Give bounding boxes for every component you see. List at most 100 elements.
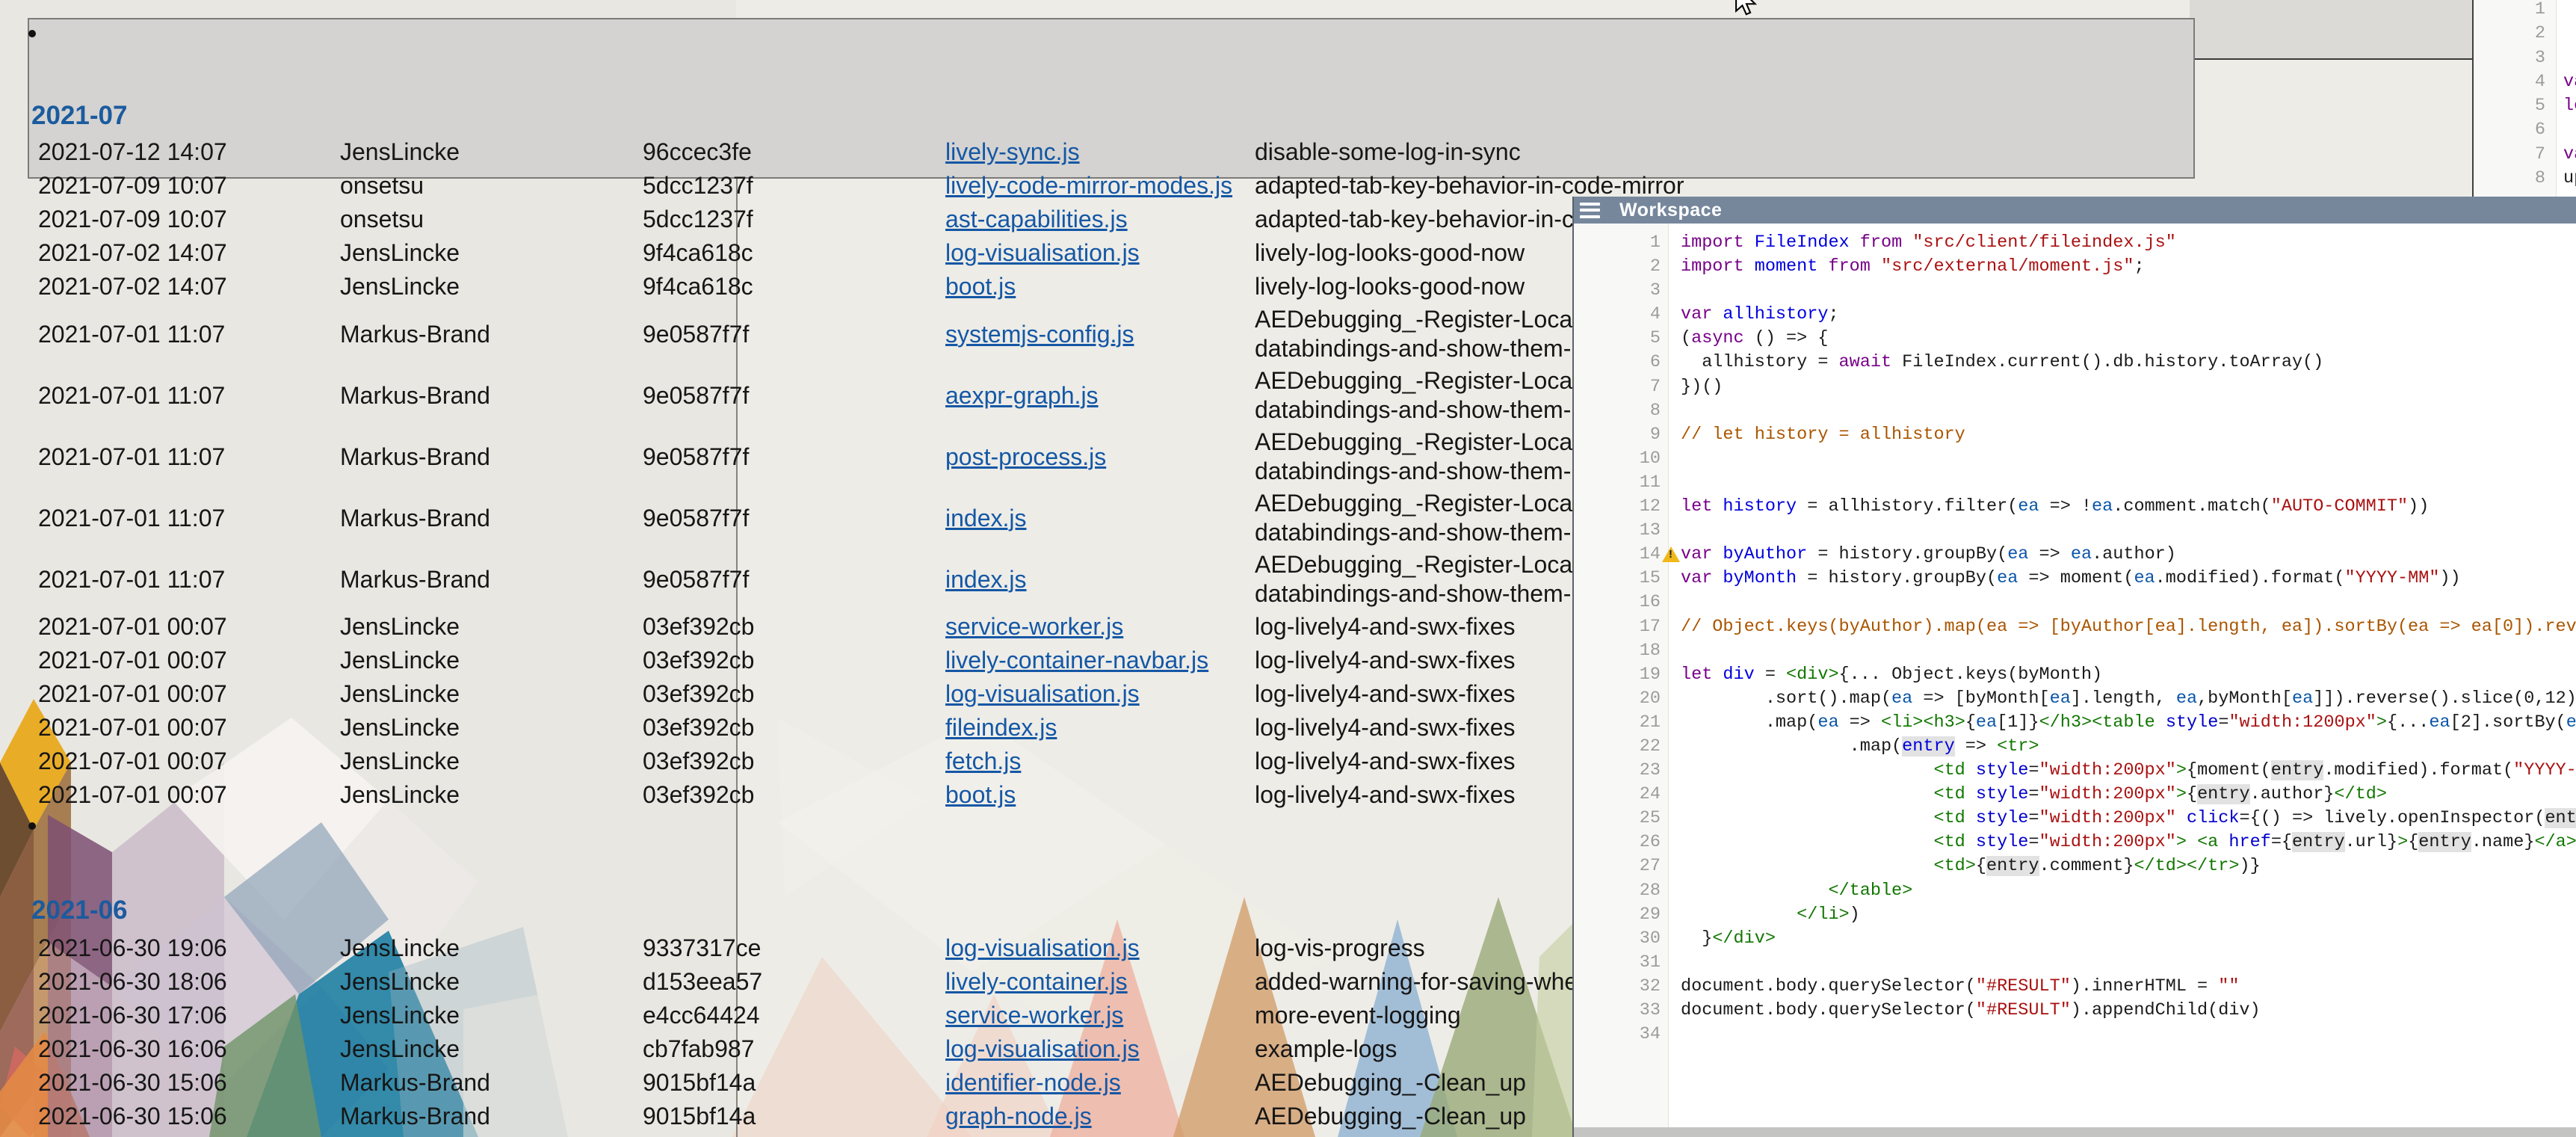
commit-hash-cell[interactable]: 03ef392cb [643, 647, 945, 674]
commit-author-cell: Markus-Brand [340, 382, 643, 410]
commit-author-cell: JensLincke [340, 138, 643, 166]
file-link[interactable]: post-process.js [945, 443, 1106, 470]
line-number: 31 [1574, 951, 1668, 975]
month-heading: 2021-07 [31, 101, 127, 131]
file-link[interactable]: aexpr-graph.js [945, 382, 1099, 409]
file-link[interactable]: index.js [945, 566, 1027, 593]
commit-file-cell: log-visualisation.js [945, 680, 1255, 708]
commit-author-cell: JensLincke [340, 647, 643, 674]
code-line: 27 <td>{entry.comment}</td></tr>)} [1574, 854, 2576, 878]
commit-hash-cell[interactable]: 9015bf14a [643, 1069, 945, 1097]
warning-icon[interactable] [1662, 546, 1680, 562]
commit-author-cell: onsetsu [340, 206, 643, 233]
commit-file-cell: graph-node.js [945, 1103, 1255, 1130]
commit-date-cell: 2021-07-01 11:07 [38, 382, 340, 410]
table-row: 2021-06-30 17:06JensLinckee4cc64424servi… [38, 999, 1718, 1032]
line-number: 8 [1574, 399, 1668, 423]
file-link[interactable]: boot.js [945, 273, 1016, 300]
commit-hash-cell[interactable]: 03ef392cb [643, 714, 945, 742]
commit-file-cell: lively-container.js [945, 968, 1255, 996]
file-link[interactable]: service-worker.js [945, 1002, 1123, 1029]
table-row: 2021-07-09 10:07onsetsu5dcc1237flively-c… [38, 169, 1718, 203]
commit-hash-cell[interactable]: 9e0587f7f [643, 505, 945, 532]
code-line: 16 [1574, 591, 2576, 614]
line-number: 27 [1574, 854, 1668, 878]
code-line: 9// let history = allhistory [1574, 423, 2576, 447]
commit-hash-cell[interactable]: 03ef392cb [643, 613, 945, 641]
file-link[interactable]: lively-container.js [945, 968, 1128, 995]
line-number: 26 [1574, 831, 1668, 854]
line-number: 9 [1574, 423, 1668, 447]
file-link[interactable]: index.js [945, 505, 1027, 531]
commit-table: 2021-07-12 14:07JensLincke96ccec3felivel… [38, 135, 1718, 812]
code-editor[interactable]: 1234var5let67var8up [2475, 0, 2576, 191]
commit-hash-cell[interactable]: 9e0587f7f [643, 443, 945, 471]
file-link[interactable]: ast-capabilities.js [945, 206, 1128, 232]
file-link[interactable]: systemjs-config.js [945, 321, 1134, 348]
commit-hash-cell[interactable]: 5dcc1237f [643, 206, 945, 233]
line-number: 14 [1574, 543, 1668, 567]
commit-hash-cell[interactable]: 9e0587f7f [643, 566, 945, 594]
file-link[interactable]: lively-sync.js [945, 138, 1080, 165]
commit-hash-cell[interactable]: 9e0587f7f [643, 382, 945, 410]
code-line: 13 [1574, 519, 2576, 543]
commit-author-cell: JensLincke [340, 680, 643, 708]
code-line: 2 [2475, 22, 2576, 46]
file-link[interactable]: log-visualisation.js [945, 239, 1140, 266]
file-link[interactable]: log-visualisation.js [945, 680, 1140, 707]
line-number: 5 [2475, 94, 2556, 118]
code-editor[interactable]: 1import FileIndex from "src/client/filei… [1574, 224, 2576, 1127]
file-link[interactable]: fileindex.js [945, 714, 1057, 741]
line-number: 2 [2475, 22, 2556, 46]
line-number: 25 [1574, 807, 1668, 831]
commit-file-cell: index.js [945, 566, 1255, 594]
file-link[interactable]: fetch.js [945, 748, 1021, 774]
commit-hash-cell[interactable]: 96ccec3fe [643, 138, 945, 166]
commit-hash-cell[interactable]: cb7fab987 [643, 1035, 945, 1063]
commit-hash-cell[interactable]: 5dcc1237f [643, 172, 945, 200]
workspace-window: Workspace 1import FileIndex from "src/cl… [1572, 197, 2576, 1137]
commit-hash-cell[interactable]: 9f4ca618c [643, 239, 945, 267]
window-title: Workspace [1619, 200, 1722, 221]
commit-file-cell: log-visualisation.js [945, 1035, 1255, 1063]
commit-date-cell: 2021-07-01 00:07 [38, 781, 340, 809]
file-link[interactable]: identifier-node.js [945, 1069, 1121, 1096]
code-line: 2import moment from "src/external/moment… [1574, 255, 2576, 279]
line-number: 3 [2475, 46, 2556, 70]
commit-hash-cell[interactable]: 9e0587f7f [643, 321, 945, 348]
code-line: 6 [2475, 118, 2576, 142]
table-row: 2021-07-01 11:07Markus-Brand9e0587f7find… [38, 549, 1718, 610]
list-bullet [28, 30, 36, 37]
commit-file-cell: post-process.js [945, 443, 1255, 471]
table-row: 2021-07-01 11:07Markus-Brand9e0587f7fpos… [38, 426, 1718, 487]
commit-hash-cell[interactable]: 9337317ce [643, 934, 945, 962]
hamburger-menu-icon[interactable] [1580, 203, 1600, 218]
line-number: 18 [1574, 639, 1668, 663]
file-link[interactable]: service-worker.js [945, 613, 1123, 640]
commit-file-cell: service-worker.js [945, 1002, 1255, 1029]
line-number: 22 [1574, 735, 1668, 759]
commit-hash-cell[interactable]: 9f4ca618c [643, 273, 945, 301]
line-number: 11 [1574, 471, 1668, 495]
commit-date-cell: 2021-07-01 00:07 [38, 647, 340, 674]
commit-date-cell: 2021-07-01 00:07 [38, 748, 340, 775]
file-link[interactable]: log-visualisation.js [945, 1035, 1140, 1062]
commit-hash-cell[interactable]: 9015bf14a [643, 1103, 945, 1130]
file-link[interactable]: graph-node.js [945, 1103, 1092, 1130]
line-number: 24 [1574, 783, 1668, 807]
file-link[interactable]: lively-code-mirror-modes.js [945, 172, 1232, 199]
file-link[interactable]: log-visualisation.js [945, 934, 1140, 961]
commit-hash-cell[interactable]: d153eea57 [643, 968, 945, 996]
commit-hash-cell[interactable]: e4cc64424 [643, 1002, 945, 1029]
line-number: 16 [1574, 591, 1668, 614]
window-titlebar[interactable]: Workspace [1574, 197, 2576, 224]
code-line: 26 <td style="width:200px"> <a href={ent… [1574, 831, 2576, 854]
commit-hash-cell[interactable]: 03ef392cb [643, 748, 945, 775]
commit-hash-cell[interactable]: 03ef392cb [643, 781, 945, 809]
commit-hash-cell[interactable]: 03ef392cb [643, 680, 945, 708]
table-row: 2021-07-01 11:07Markus-Brand9e0587f7faex… [38, 365, 1718, 426]
file-link[interactable]: boot.js [945, 781, 1016, 808]
file-link[interactable]: lively-container-navbar.js [945, 647, 1208, 674]
commit-author-cell: JensLincke [340, 714, 643, 742]
commit-file-cell: lively-sync.js [945, 138, 1255, 166]
